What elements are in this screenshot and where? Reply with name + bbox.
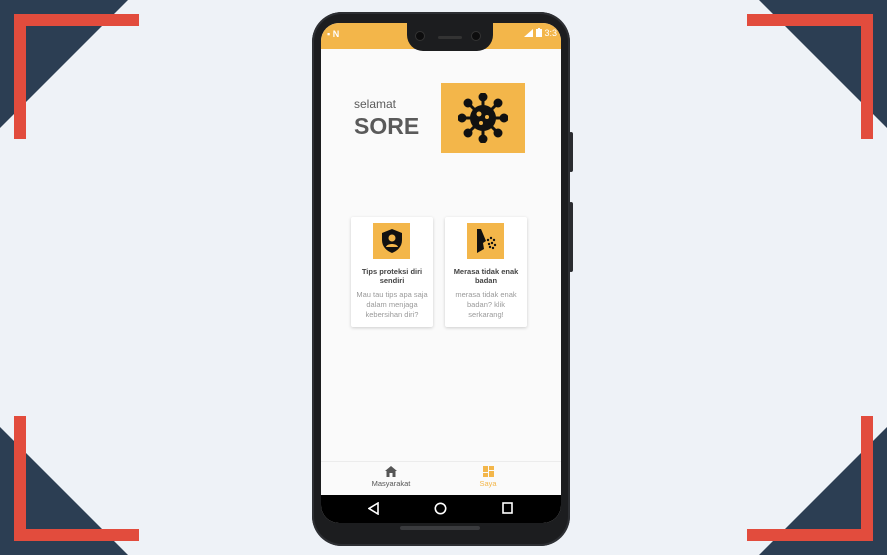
- card-description: Mau tau tips apa saja dalam menjaga kebe…: [356, 290, 428, 319]
- nav-label: Saya: [479, 479, 497, 488]
- signal-icon: [524, 29, 534, 37]
- power-button: [569, 132, 573, 172]
- battery-icon: [535, 28, 542, 37]
- frame-corner-bottom-left: [0, 395, 160, 555]
- front-camera-left: [415, 31, 425, 41]
- system-navigation-bar: [321, 495, 561, 523]
- phone-bottom-speaker: [400, 526, 480, 530]
- feeling-unwell-card[interactable]: Merasa tidak enak badan merasa tidak ena…: [445, 217, 527, 327]
- phone-frame: ▪ N 3:3 selamat SORE Tips proteksi diri …: [312, 12, 573, 546]
- home-circle-icon[interactable]: [434, 502, 447, 515]
- status-time: 3:3: [524, 28, 557, 38]
- card-icon-box: [373, 223, 410, 259]
- greeting-big: SORE: [354, 113, 420, 139]
- camera-notch: [407, 23, 493, 51]
- frame-corner-top-right: [727, 0, 887, 160]
- earpiece-speaker: [438, 36, 462, 39]
- grid-icon: [482, 466, 494, 477]
- nav-item-saya[interactable]: Saya: [448, 466, 528, 488]
- virus-icon: [458, 93, 508, 143]
- back-icon[interactable]: [368, 502, 379, 515]
- card-title: Tips proteksi diri sendiri: [361, 267, 423, 285]
- bottom-navigation: Masyarakat Saya: [321, 461, 561, 495]
- status-left-icons: ▪ N: [327, 29, 340, 39]
- hero-virus-banner: [441, 83, 525, 153]
- frame-corner-bottom-right: [727, 395, 887, 555]
- recents-icon[interactable]: [502, 502, 513, 514]
- card-icon-box: [467, 223, 504, 259]
- shield-user-icon: [381, 229, 402, 253]
- front-camera-right: [471, 31, 481, 41]
- tips-protection-card[interactable]: Tips proteksi diri sendiri Mau tau tips …: [351, 217, 433, 327]
- card-title: Merasa tidak enak badan: [453, 267, 519, 285]
- volume-button: [569, 202, 573, 272]
- home-icon: [385, 466, 397, 477]
- card-description: merasa tidak enak badan? klik serkarang!: [455, 290, 517, 319]
- clock-text: 3:3: [544, 28, 557, 38]
- nav-item-masyarakat[interactable]: Masyarakat: [351, 466, 431, 488]
- nav-label: Masyarakat: [371, 479, 411, 488]
- greeting-small: selamat: [354, 97, 397, 111]
- app-screen: ▪ N 3:3 selamat SORE Tips proteksi diri …: [321, 23, 561, 523]
- frame-corner-top-left: [0, 0, 160, 160]
- sneeze-icon: [476, 229, 496, 253]
